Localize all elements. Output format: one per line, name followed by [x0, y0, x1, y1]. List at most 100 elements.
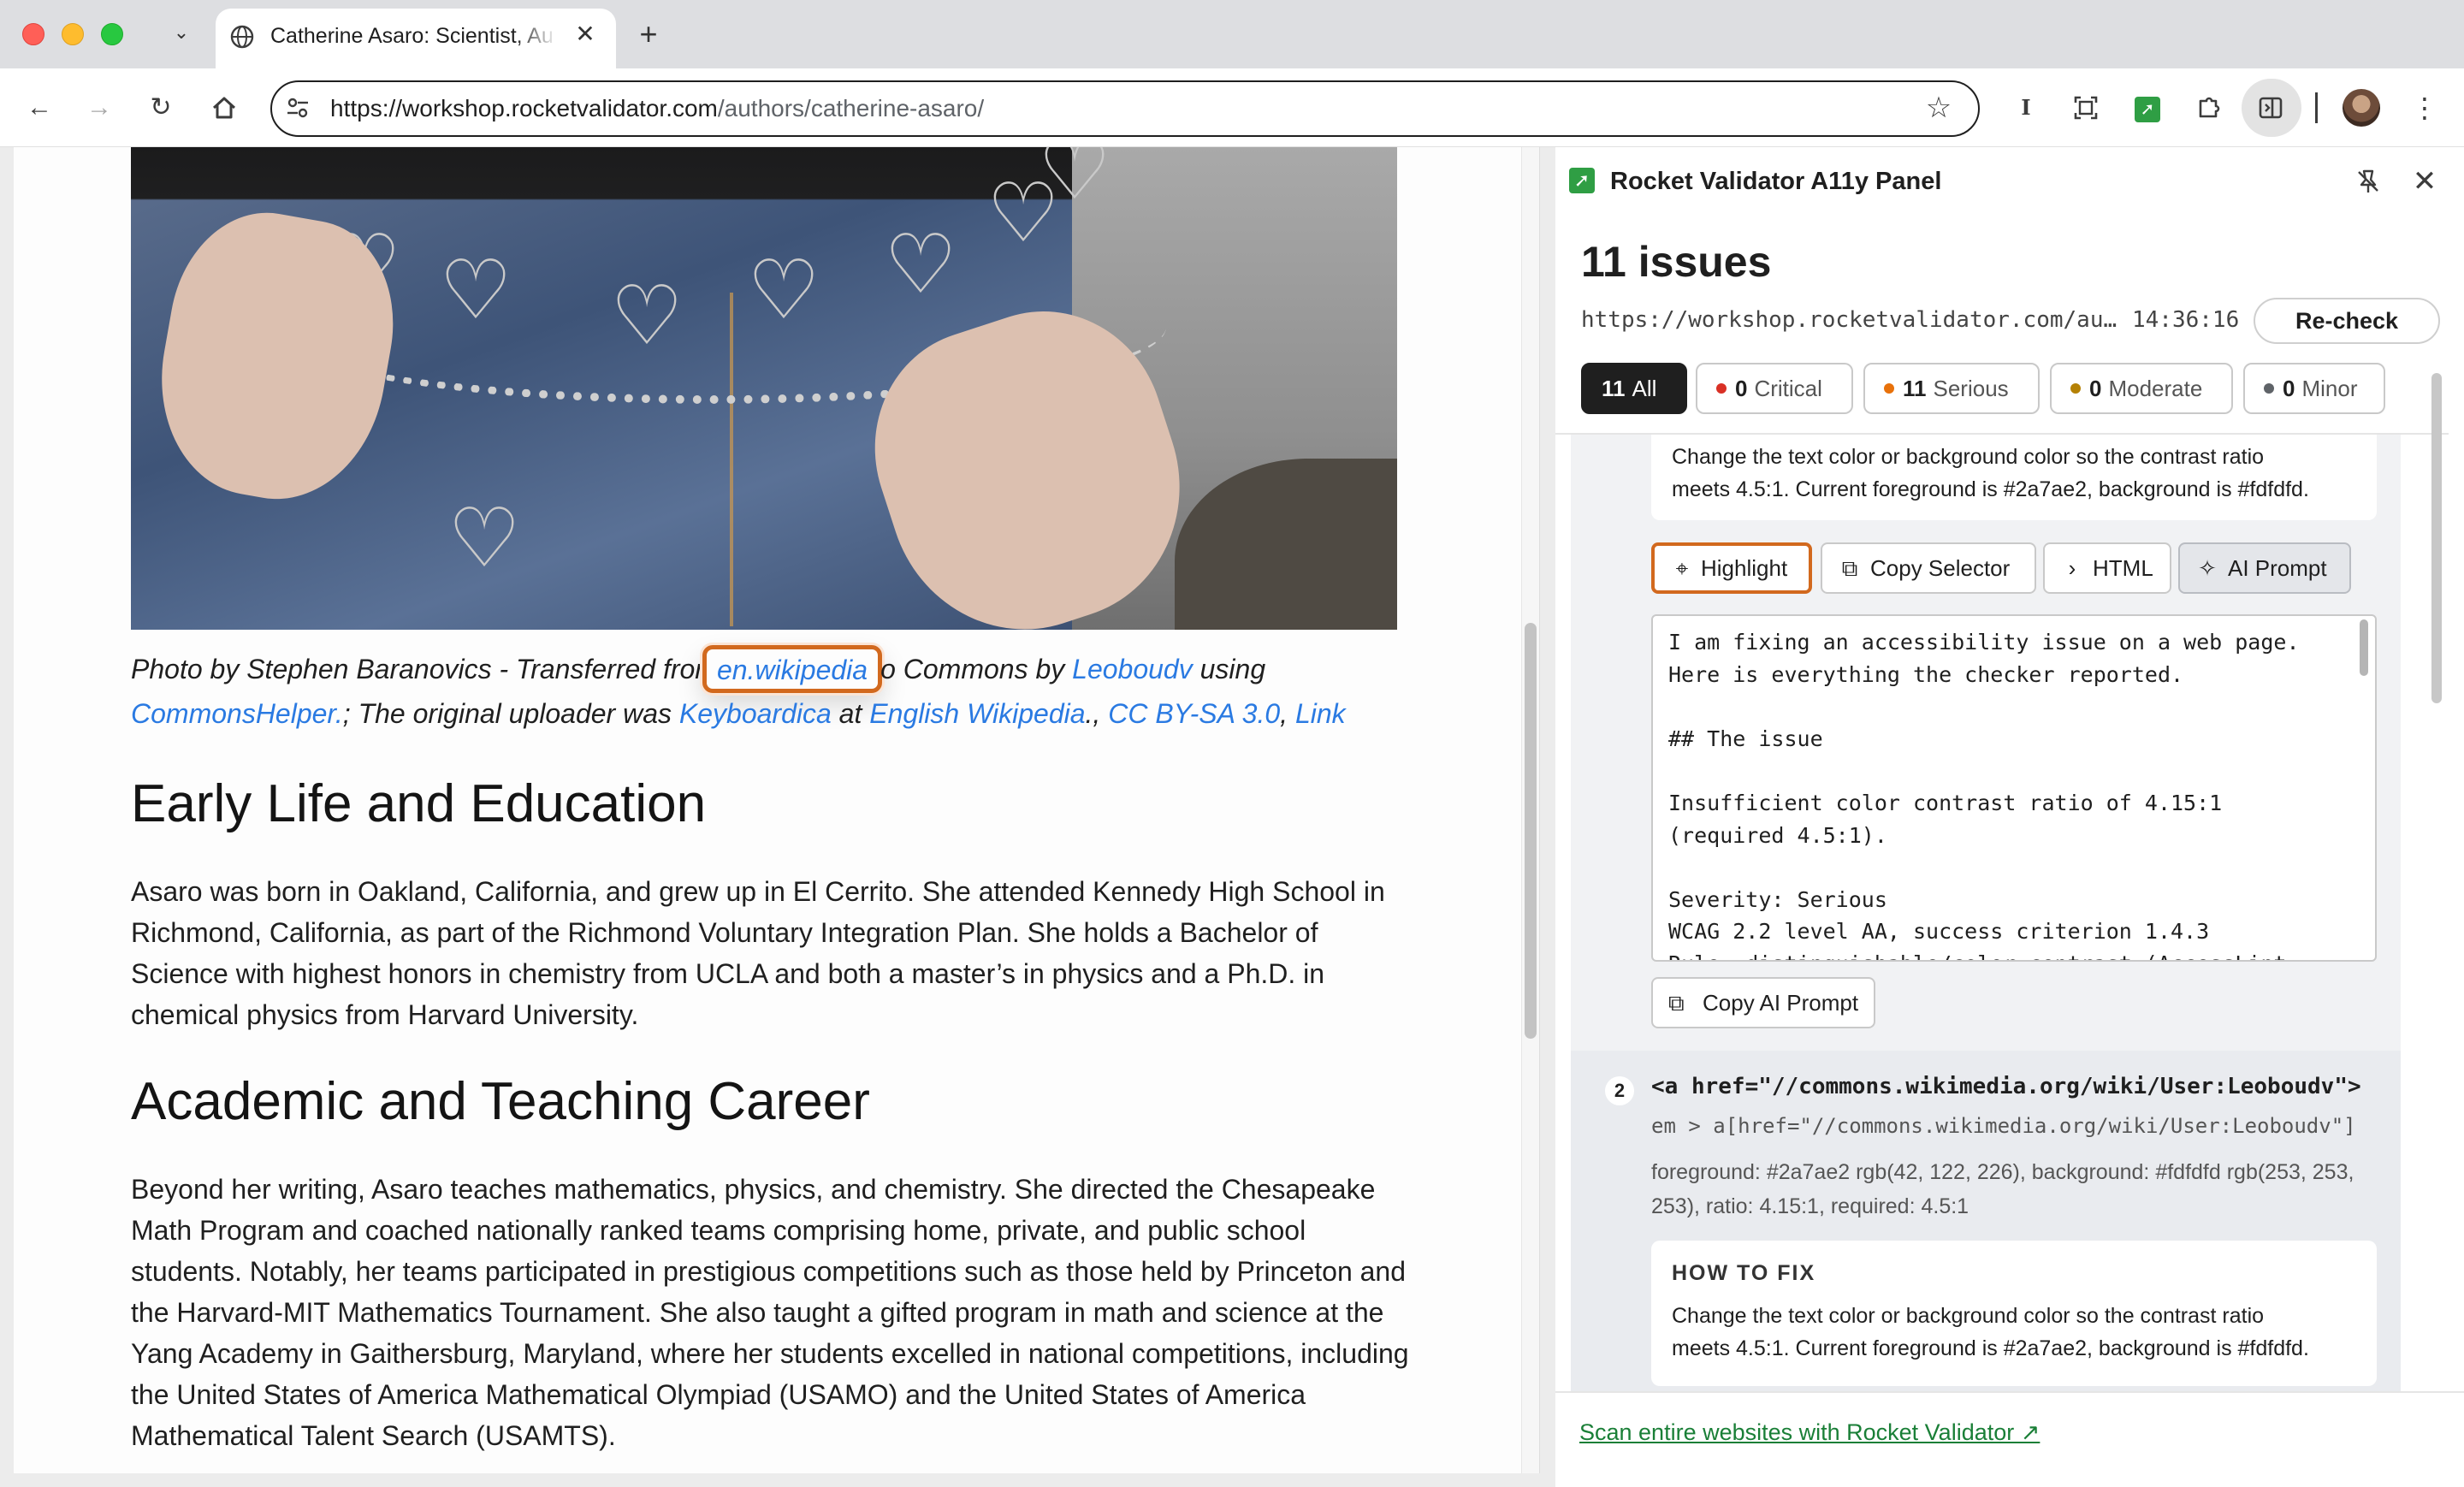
sparkle-icon: ✧: [2198, 555, 2217, 581]
scan-websites-link[interactable]: Scan entire websites with Rocket Validat…: [1579, 1415, 2040, 1449]
photo-heart-charm: ♡: [747, 245, 821, 336]
url-text[interactable]: https://workshop.rocketvalidator.com/aut…: [330, 92, 984, 125]
severity-dot-moderate: [2070, 383, 2081, 394]
tab-close-icon[interactable]: ✕: [572, 21, 599, 48]
copy-ai-prompt-button[interactable]: ⧉ Copy AI Prompt: [1651, 977, 1876, 1028]
arrow-right-icon[interactable]: →: [82, 91, 116, 125]
profile-avatar[interactable]: [2343, 89, 2380, 127]
caption-link-en-wikipedia[interactable]: en.wikipedia: [702, 645, 883, 693]
prompt-scrollbar-thumb[interactable]: [2360, 619, 2368, 676]
star-icon[interactable]: ☆: [1922, 91, 1956, 125]
toolbar-divider: [2315, 92, 2318, 123]
reload-icon[interactable]: ↻: [144, 91, 178, 125]
tab-search-chevron-icon[interactable]: ⌄: [168, 19, 195, 46]
heading-early-life: Early Life and Education: [131, 774, 707, 833]
issue-selector: em > a[href="//commons.wikimedia.org/wik…: [1651, 1114, 2356, 1138]
highlight-button[interactable]: ⌖ Highlight: [1651, 542, 1812, 594]
unpin-icon[interactable]: [2351, 164, 2385, 198]
ai-prompt-label: AI Prompt: [2228, 555, 2327, 581]
web-page: ♡ ♡ ♡ ♡ ♡ ♡ ♡ ♡ Photo by Stephen Baranov…: [14, 147, 1540, 1473]
checked-url: https://workshop.rocketvalidator.com/au…: [1581, 307, 2118, 333]
filter-count: 0: [2089, 376, 2102, 401]
filter-all[interactable]: 11 All: [1581, 363, 1687, 414]
checked-time: 14:36:16: [2132, 307, 2240, 333]
issue-number: 2: [1605, 1076, 1634, 1105]
globe-icon: [230, 25, 254, 49]
caption-text: .,: [1085, 698, 1109, 729]
filter-minor[interactable]: 0 Minor: [2243, 363, 2385, 414]
url-host: https://workshop.rocketvalidator.com: [330, 95, 718, 121]
caption-text: Photo by Stephen Baranovics - Transferre…: [131, 654, 704, 684]
caption-text: ; The original uploader was: [342, 698, 672, 729]
caption-text: ,: [1280, 698, 1295, 729]
rocket-validator-logo: ➚: [1569, 168, 1595, 193]
window-minimize-button[interactable]: [62, 23, 84, 45]
arrow-left-icon[interactable]: ←: [22, 91, 56, 125]
more-menu-icon[interactable]: ⋮: [2411, 91, 2438, 125]
filter-count: 11: [1903, 376, 1927, 401]
recheck-button[interactable]: Re-check: [2254, 298, 2440, 344]
photo-heart-charm: ♡: [447, 493, 522, 584]
caption-text: o Commons by: [880, 654, 1065, 684]
issue-detail: foreground: #2a7ae2 rgb(42, 122, 226), b…: [1651, 1160, 2354, 1218]
html-label: HTML: [2093, 555, 2153, 581]
photo-heart-charm: ♡: [1038, 147, 1112, 216]
paragraph-early-life: Asaro was born in Oakland, California, a…: [131, 876, 1385, 1030]
severity-dot-serious: [1884, 383, 1894, 394]
caption-link-leoboudv[interactable]: Leoboudv: [1072, 654, 1193, 684]
window-zoom-button[interactable]: [101, 23, 123, 45]
reader-extension-icon[interactable]: I: [2009, 91, 2043, 125]
chevron-right-icon: ›: [2068, 555, 2076, 581]
fix-text: Change the text color or background colo…: [1672, 445, 2265, 469]
filter-critical[interactable]: 0 Critical: [1696, 363, 1853, 414]
ai-prompt-text: I am fixing an accessibility issue on a …: [1668, 630, 2300, 960]
rocket-validator-extension-icon[interactable]: ➚: [2130, 91, 2165, 125]
caption-link-license[interactable]: CC BY-SA 3.0: [1108, 698, 1280, 729]
caption-link-english-wikipedia[interactable]: English Wikipedia: [869, 698, 1085, 729]
screenshot-extension-icon[interactable]: [2069, 91, 2103, 125]
panel-scrollbar-thumb[interactable]: [2431, 373, 2442, 703]
tab-title[interactable]: Catherine Asaro: Scientist, Au: [270, 21, 558, 51]
site-settings-icon[interactable]: [284, 94, 311, 121]
filter-serious[interactable]: 11 Serious: [1863, 363, 2040, 414]
severity-dot-minor: [2264, 383, 2274, 394]
home-icon[interactable]: [207, 91, 241, 125]
filter-count: 0: [1735, 376, 1748, 401]
paragraph-academic-career: Beyond her writing, Asaro teaches mathem…: [131, 1174, 1409, 1451]
filter-moderate[interactable]: 0 Moderate: [2050, 363, 2233, 414]
side-panel-icon: [2259, 97, 2283, 119]
photo-caption: Photo by Stephen Baranovics - Transferre…: [131, 645, 1414, 734]
severity-dot-critical: [1716, 383, 1727, 394]
puzzle-icon[interactable]: [2192, 91, 2226, 125]
fix-text: meets 4.5:1. Current foreground is #2a7a…: [1672, 1336, 2309, 1360]
fix-text: meets 4.5:1. Current foreground is #2a7a…: [1672, 477, 2309, 501]
new-tab-icon[interactable]: +: [631, 17, 666, 51]
html-button[interactable]: › HTML: [2043, 542, 2171, 594]
photo-heart-charm: ♡: [439, 245, 513, 336]
fix-text: Change the text color or background colo…: [1672, 1304, 2265, 1328]
caption-text: at: [838, 698, 862, 729]
ai-prompt-textarea[interactable]: I am fixing an accessibility issue on a …: [1651, 614, 2377, 962]
copy-selector-label: Copy Selector: [1870, 555, 2011, 581]
window-close-button[interactable]: [22, 23, 44, 45]
copy-icon: ⧉: [1841, 555, 1858, 581]
filter-label: Critical: [1754, 376, 1822, 401]
photo-heart-charm: ♡: [884, 219, 958, 311]
issues-count: 11 issues: [1581, 238, 1772, 286]
copy-selector-button[interactable]: ⧉ Copy Selector: [1821, 542, 2036, 594]
page-scrollbar-thumb[interactable]: [1525, 623, 1537, 1039]
highlight-label: Highlight: [1701, 555, 1788, 581]
caption-link-commonshelper[interactable]: CommonsHelper.: [131, 698, 343, 729]
ai-prompt-button[interactable]: ✧ AI Prompt: [2178, 542, 2351, 594]
close-panel-icon[interactable]: ✕: [2408, 164, 2442, 198]
filter-count: 11: [1602, 376, 1626, 401]
filter-label: Minor: [2301, 376, 2358, 401]
caption-link-keyboardica[interactable]: Keyboardica: [679, 698, 832, 729]
photo-heart-charm: ♡: [610, 270, 684, 362]
copy-icon: ⧉: [1668, 990, 1685, 1016]
caption-link-source[interactable]: Link: [1295, 698, 1346, 729]
filter-label: Moderate: [2108, 376, 2203, 401]
heading-academic-career: Academic and Teaching Career: [131, 1072, 870, 1131]
filter-label: Serious: [1933, 376, 2009, 401]
filter-label: All: [1632, 376, 1657, 401]
